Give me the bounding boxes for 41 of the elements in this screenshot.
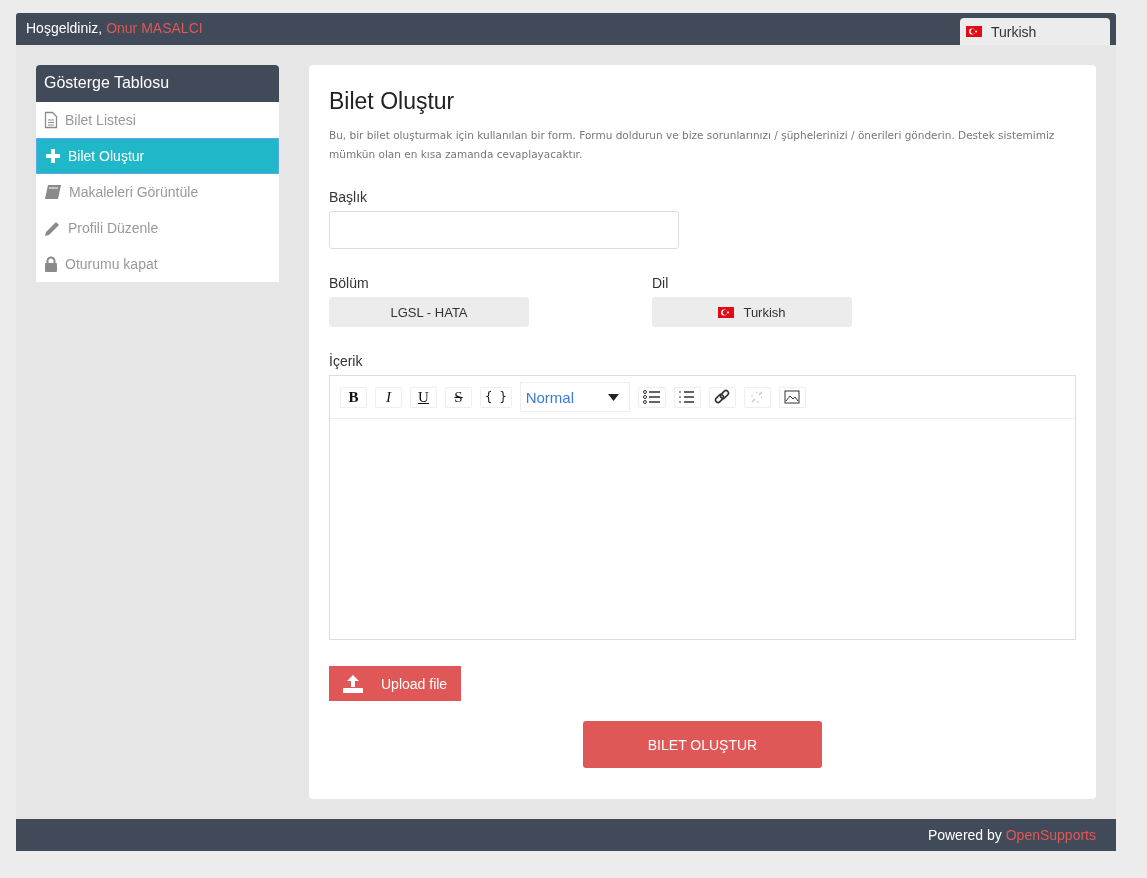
field-label: Başlık (329, 189, 369, 205)
broken-link-icon (749, 389, 766, 405)
language-selector[interactable]: Turkish (960, 18, 1110, 45)
sidebar-item[interactable]: Bilet Oluştur (36, 138, 279, 174)
numbered-list-icon (679, 390, 696, 404)
image-button[interactable] (778, 386, 806, 408)
flag-icon (966, 26, 982, 37)
plus-icon (45, 148, 61, 164)
department-dropdown[interactable]: LGSL - HATA (329, 297, 529, 327)
link-button[interactable] (708, 386, 736, 408)
powered-by-text: Powered by OpenSupports (927, 827, 1096, 843)
lock-icon (44, 256, 58, 272)
form-description: Bu, bir bilet oluşturmak için kullanılan bir form. Formu doldurun ve bize sorunlarınızı / şüphelerinizi / önerileri gönderin. Destek sistemimiz mümkün olan en kısa zamanda cevaplayacaktır. (329, 128, 1056, 162)
document-icon (44, 111, 58, 129)
page-title: Bilet Oluştur (329, 88, 456, 115)
link-icon (714, 389, 731, 405)
format-dropdown[interactable]: Normal (519, 382, 630, 412)
upload-file-button[interactable]: Upload file (329, 666, 462, 701)
book-icon (44, 184, 62, 200)
language-dropdown[interactable]: Turkish (652, 297, 852, 327)
italic-button[interactable]: I (375, 386, 402, 408)
submit-button[interactable]: BILET OLUŞTUR (583, 721, 822, 768)
bold-button[interactable]: B (340, 386, 367, 408)
numbered-list-button[interactable] (673, 386, 701, 408)
title-input-field[interactable] (329, 211, 679, 249)
code-button[interactable]: { } (480, 386, 512, 408)
pencil-icon (44, 219, 61, 237)
field-label: Dil (652, 275, 670, 291)
underline-button[interactable]: U (410, 386, 437, 408)
welcome-text: Hoşgeldiniz, Onur MASALCI (25, 19, 203, 36)
flag-icon (718, 306, 735, 318)
bullet-list-icon (642, 390, 661, 404)
bullet-list-button[interactable] (637, 386, 666, 408)
caret-icon (607, 393, 619, 401)
image-icon (784, 390, 801, 404)
strikethrough-button[interactable]: S (445, 386, 472, 408)
opensupports-link[interactable]: OpenSupports (1005, 827, 1096, 843)
upload-icon (343, 674, 363, 693)
field-label: İçerik (329, 353, 364, 369)
sidebar-title: Gösterge Tablosu (36, 65, 279, 102)
field-label: Bölüm (329, 275, 370, 291)
